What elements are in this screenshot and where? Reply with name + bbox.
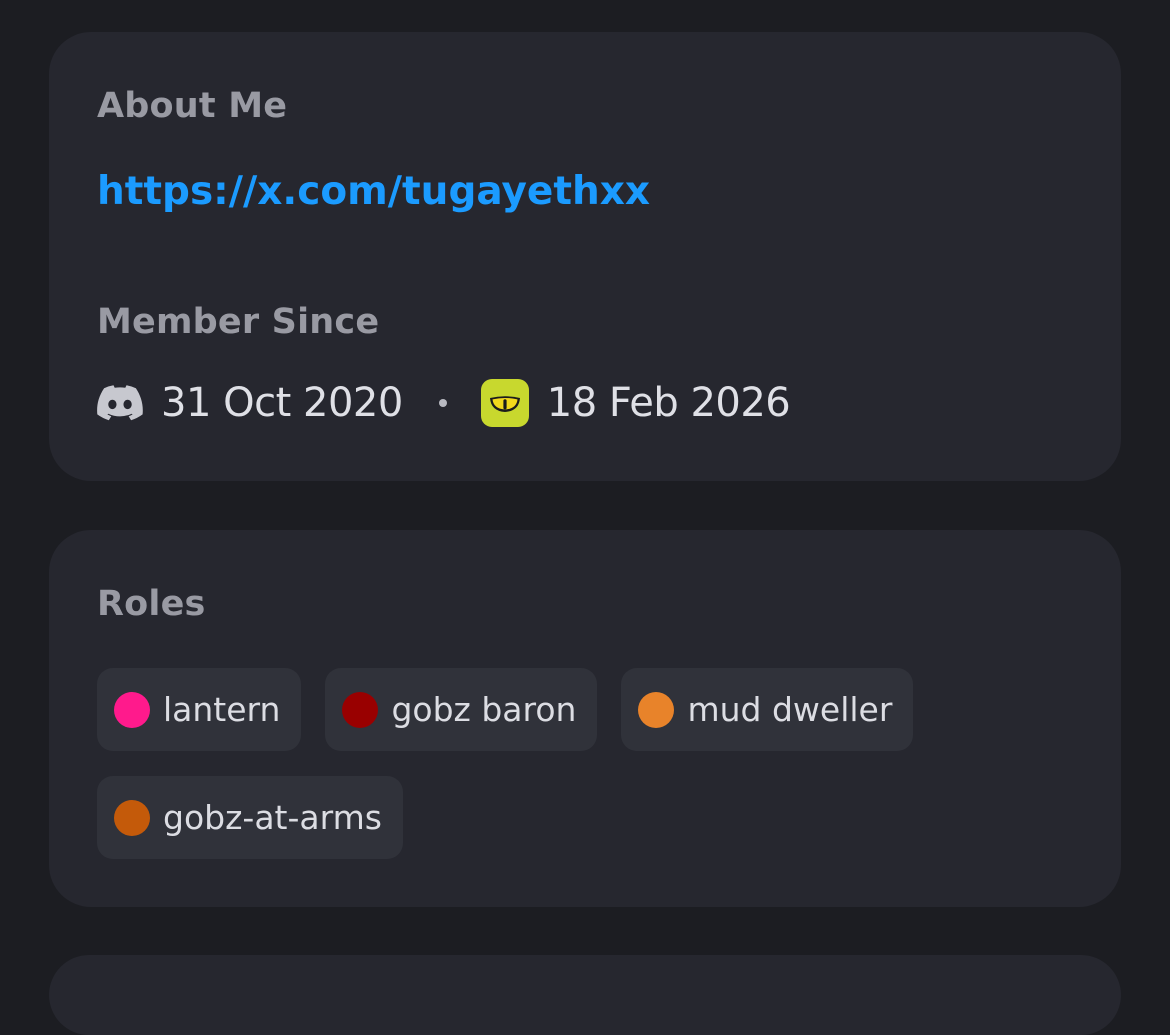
discord-icon (97, 385, 143, 421)
roles-card: Roles lantern gobz baron mud dweller gob… (49, 530, 1121, 907)
role-chip-mud-dweller[interactable]: mud dweller (621, 668, 914, 751)
role-color-dot (638, 691, 675, 728)
role-name: gobz-at-arms (163, 798, 382, 837)
role-color-dot (114, 799, 150, 836)
role-chip-gobz-at-arms[interactable]: gobz-at-arms (97, 776, 403, 859)
role-name: gobz baron (391, 690, 577, 729)
member-since-row: 31 Oct 2020 18 Feb 2026 (97, 378, 791, 428)
role-color-dot (342, 691, 379, 728)
about-me-link[interactable]: https://x.com/tugayethxx (97, 172, 650, 211)
about-me-heading: About Me (97, 86, 288, 126)
next-card (49, 955, 1121, 1035)
server-icon (480, 379, 529, 427)
role-name: lantern (163, 690, 281, 729)
member-since-heading: Member Since (97, 302, 380, 342)
role-chip-gobz-baron[interactable]: gobz baron (325, 668, 598, 751)
roles-heading: Roles (97, 584, 206, 624)
role-color-dot (114, 691, 150, 728)
about-card: About Me https://x.com/tugayethxx Member… (49, 32, 1121, 481)
role-name: mud dweller (687, 690, 893, 729)
separator-dot (438, 399, 447, 407)
roles-list: lantern gobz baron mud dweller gobz-at-a… (97, 668, 997, 859)
server-join-date: 18 Feb 2026 (546, 380, 791, 426)
discord-join-date: 31 Oct 2020 (161, 380, 403, 426)
role-chip-lantern[interactable]: lantern (97, 668, 302, 751)
